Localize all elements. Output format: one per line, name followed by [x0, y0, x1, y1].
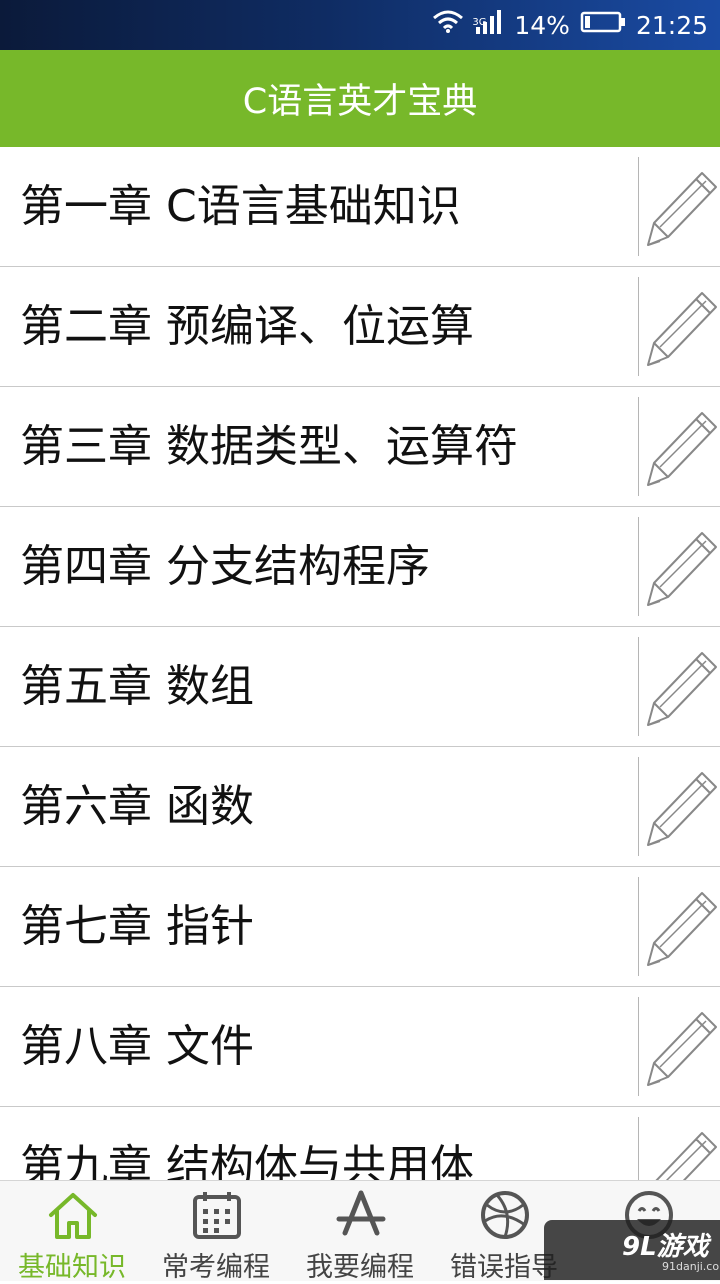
page-title: C语言英才宝典	[242, 82, 478, 122]
pencil-icon[interactable]	[640, 881, 720, 973]
row-divider	[638, 1117, 639, 1180]
pencil-icon[interactable]	[640, 761, 720, 853]
chapter-label: 第五章 数组	[20, 661, 254, 712]
chapter-label: 第一章 C语言基础知识	[20, 181, 461, 232]
clock: 21:25	[635, 10, 708, 40]
pencil-icon[interactable]	[640, 641, 720, 733]
watermark-url: 91danji.com	[662, 1260, 720, 1273]
chapter-label: 第八章 文件	[20, 1021, 254, 1072]
row-divider	[638, 157, 639, 256]
chapter-row[interactable]: 第四章 分支结构程序	[0, 507, 720, 627]
row-divider	[638, 877, 639, 976]
chapter-row[interactable]: 第九章 结构体与共用体	[0, 1107, 720, 1180]
app-store-icon	[335, 1189, 387, 1241]
status-icons: 3G 14% 21:25	[432, 0, 708, 50]
row-divider	[638, 517, 639, 616]
row-divider	[638, 397, 639, 496]
tab-common-programs[interactable]: 常考编程	[144, 1181, 288, 1283]
chapter-label: 第二章 预编译、位运算	[20, 301, 474, 352]
app-title-bar: C语言英才宝典	[0, 50, 720, 147]
chapter-row[interactable]: 第一章 C语言基础知识	[0, 147, 720, 267]
tab-basics[interactable]: 基础知识	[0, 1181, 144, 1283]
chapter-row[interactable]: 第二章 预编译、位运算	[0, 267, 720, 387]
tab-label: 我要编程	[306, 1252, 414, 1283]
chapter-label: 第四章 分支结构程序	[20, 541, 430, 592]
chapter-label: 第七章 指针	[20, 901, 254, 952]
tab-i-want-to-code[interactable]: 我要编程	[288, 1181, 432, 1283]
pencil-icon[interactable]	[640, 401, 720, 493]
watermark: 9L游戏 91danji.com	[544, 1220, 720, 1280]
chapter-label: 第三章 数据类型、运算符	[20, 421, 518, 472]
row-divider	[638, 757, 639, 856]
tab-label: 常考编程	[162, 1252, 270, 1283]
chapter-row[interactable]: 第三章 数据类型、运算符	[0, 387, 720, 507]
chapter-list: 第一章 C语言基础知识 第二章 预编译、位运算 第三章 数据类型、运算符 第四章…	[0, 147, 720, 1180]
signal-icon: 3G	[472, 9, 504, 41]
home-icon	[47, 1189, 99, 1241]
chapter-row[interactable]: 第八章 文件	[0, 987, 720, 1107]
chapter-row[interactable]: 第五章 数组	[0, 627, 720, 747]
pencil-icon[interactable]	[640, 521, 720, 613]
tab-label: 基础知识	[18, 1252, 126, 1283]
chapter-row[interactable]: 第六章 函数	[0, 747, 720, 867]
pencil-icon[interactable]	[640, 161, 720, 253]
calendar-icon	[191, 1189, 243, 1241]
row-divider	[638, 277, 639, 376]
ball-icon	[479, 1189, 531, 1241]
chapter-row[interactable]: 第七章 指针	[0, 867, 720, 987]
wifi-icon	[432, 10, 464, 40]
chapter-label: 第九章 结构体与共用体	[20, 1141, 474, 1180]
row-divider	[638, 997, 639, 1096]
battery-percent: 14%	[514, 10, 570, 40]
pencil-icon[interactable]	[640, 1121, 720, 1180]
row-divider	[638, 637, 639, 736]
watermark-logo: 9L游戏	[622, 1232, 709, 1262]
chapter-label: 第六章 函数	[20, 781, 254, 832]
pencil-icon[interactable]	[640, 281, 720, 373]
network-type: 3G	[472, 17, 487, 28]
status-bar: 3G 14% 21:25	[0, 0, 720, 50]
pencil-icon[interactable]	[640, 1001, 720, 1093]
battery-icon	[580, 10, 626, 40]
